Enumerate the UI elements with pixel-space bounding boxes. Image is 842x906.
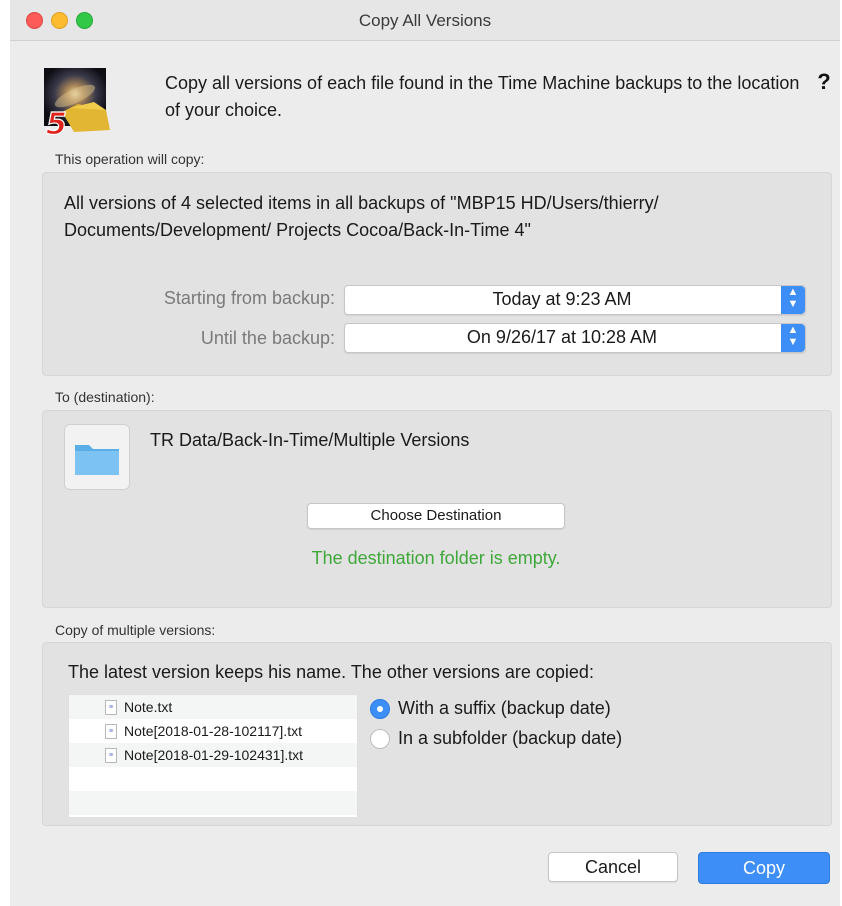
choose-destination-button[interactable]: Choose Destination — [307, 503, 565, 529]
file-name: Note[2018-01-29-102431].txt — [124, 747, 304, 763]
up-down-chevron-icon: ▲ ▼ — [781, 286, 805, 314]
window-title: Copy All Versions — [358, 11, 492, 30]
multiple-versions-label: Copy of multiple versions: — [55, 622, 216, 638]
dialog-window: Copy All Versions 5 Copy all versions of… — [10, 0, 840, 906]
copy-description: All versions of 4 selected items in all … — [64, 193, 659, 240]
up-down-chevron-icon: ▲ ▼ — [781, 324, 805, 352]
destination-path: TR Data/Back-In-Time/Multiple Versions — [150, 430, 470, 450]
file-list[interactable]: ≡ Note.txt ≡ Note[2018-01-28-102117].txt… — [68, 694, 358, 818]
list-empty-row — [69, 767, 357, 791]
file-name: Note[2018-01-28-102117].txt — [124, 723, 302, 739]
list-item[interactable]: ≡ Note[2018-01-28-102117].txt — [69, 719, 357, 743]
destination-folder-well[interactable] — [64, 424, 130, 490]
copy-button[interactable]: Copy — [698, 852, 830, 884]
destination-status: The destination folder is empty. — [311, 548, 561, 568]
text-file-icon: ≡ — [105, 700, 117, 715]
title-bar: Copy All Versions — [10, 0, 840, 41]
copy-section-label: This operation will copy: — [55, 151, 205, 167]
start-backup-label: Starting from backup: — [163, 288, 335, 308]
cancel-button[interactable]: Cancel — [548, 852, 678, 882]
start-backup-popup[interactable]: Today at 9:23 AM ▲ ▼ — [344, 285, 806, 315]
destination-section-label: To (destination): — [55, 389, 155, 405]
subfolder-option-label: In a subfolder (backup date) — [398, 728, 623, 748]
text-file-icon: ≡ — [105, 748, 117, 763]
radio-unselected[interactable] — [370, 729, 390, 749]
help-icon[interactable]: ? — [812, 70, 836, 94]
until-backup-label: Until the backup: — [200, 328, 335, 348]
until-backup-popup[interactable]: On 9/26/17 at 10:28 AM ▲ ▼ — [344, 323, 806, 353]
suffix-option-label: With a suffix (backup date) — [398, 698, 611, 718]
start-backup-value: Today at 9:23 AM — [492, 289, 632, 309]
back-in-time-app-icon: 5 — [44, 68, 110, 138]
file-name: Note.txt — [124, 699, 173, 715]
svg-text:5: 5 — [46, 107, 67, 138]
text-file-icon: ≡ — [105, 724, 117, 739]
intro-text: Copy all versions of each file found in … — [165, 73, 800, 120]
folder-icon — [75, 445, 119, 475]
list-item[interactable]: ≡ Note.txt — [69, 695, 357, 719]
list-item[interactable]: ≡ Note[2018-01-29-102431].txt — [69, 743, 357, 767]
radio-selected[interactable] — [370, 699, 390, 719]
list-empty-row — [69, 791, 357, 815]
until-backup-value: On 9/26/17 at 10:28 AM — [466, 327, 658, 347]
multiple-versions-description: The latest version keeps his name. The o… — [68, 662, 594, 682]
